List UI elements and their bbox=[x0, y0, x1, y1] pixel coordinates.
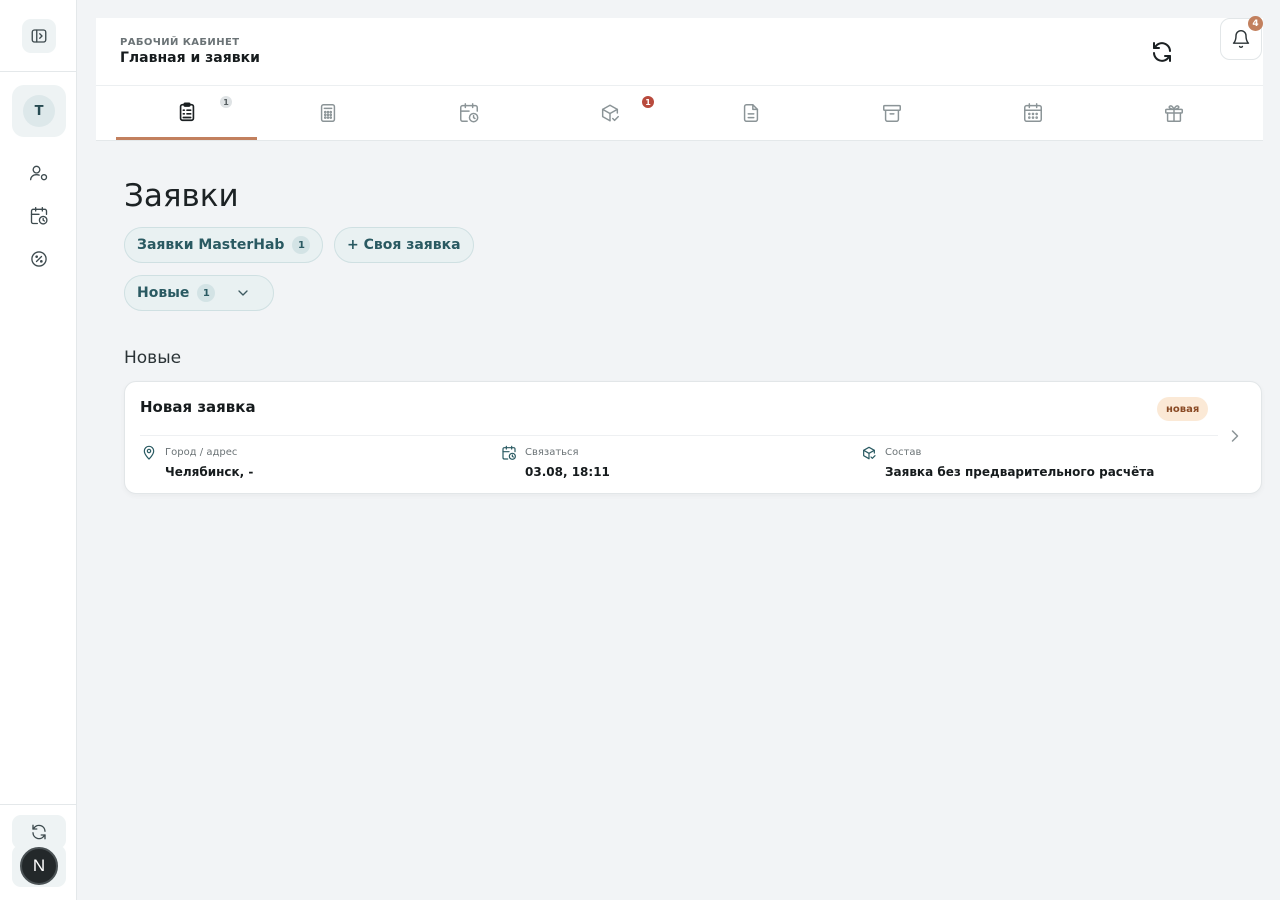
notifications-badge: 4 bbox=[1248, 16, 1263, 31]
tab-requests[interactable] bbox=[116, 86, 257, 140]
bell-icon bbox=[1231, 29, 1251, 49]
chevron-right-icon[interactable] bbox=[1225, 426, 1245, 446]
calendar-clock-icon bbox=[458, 102, 480, 124]
pill-label: + Своя заявка bbox=[347, 237, 461, 253]
calendar-grid-icon bbox=[1022, 102, 1044, 124]
discount-icon bbox=[29, 249, 49, 269]
request-title: Новая заявка bbox=[140, 398, 256, 416]
calculator-icon bbox=[317, 102, 339, 124]
chevron-down-icon bbox=[235, 285, 251, 301]
user-settings-icon bbox=[29, 163, 49, 183]
user-menu-button[interactable]: N bbox=[12, 845, 66, 887]
tab-gifts[interactable] bbox=[1103, 86, 1244, 140]
field-label: Связаться bbox=[525, 447, 579, 458]
status-badge: новая bbox=[1157, 397, 1209, 421]
sidebar-item-discounts[interactable] bbox=[24, 246, 54, 272]
location-pin-icon bbox=[141, 445, 157, 461]
status-filter-dropdown[interactable]: Новые 1 bbox=[124, 275, 274, 311]
tab-orders-badge: 1 bbox=[642, 96, 654, 108]
user-avatar: N bbox=[20, 847, 58, 885]
page-title: Заявки bbox=[124, 178, 239, 214]
page-header-title: Главная и заявки bbox=[120, 50, 260, 66]
card-divider bbox=[140, 435, 1218, 436]
field-label: Город / адрес bbox=[165, 447, 238, 458]
workspace-avatar-button[interactable]: Т bbox=[12, 85, 66, 137]
sidebar-item-schedule[interactable] bbox=[24, 203, 54, 229]
pill-label: Заявки MasterHab bbox=[137, 237, 285, 253]
tab-bar: 1 1 bbox=[96, 86, 1263, 141]
tab-calendar[interactable] bbox=[962, 86, 1103, 140]
masterhab-requests-pill[interactable]: Заявки MasterHab 1 bbox=[124, 227, 324, 263]
field-value: Челябинск, - bbox=[165, 465, 254, 479]
clipboard-list-icon bbox=[176, 101, 198, 123]
sync-button[interactable] bbox=[12, 815, 66, 849]
sidebar-divider bbox=[0, 804, 76, 805]
tab-requests-badge: 1 bbox=[220, 96, 232, 108]
filter-label: Новые bbox=[137, 285, 190, 301]
panel-toggle-icon bbox=[30, 27, 48, 45]
section-label: Новые bbox=[124, 348, 182, 368]
calendar-clock-icon bbox=[501, 445, 517, 461]
sync-icon bbox=[30, 823, 48, 841]
header-eyebrow: РАБОЧИЙ КАБИНЕТ bbox=[120, 37, 240, 48]
tab-documents[interactable] bbox=[680, 86, 821, 140]
sidebar: Т N bbox=[0, 0, 77, 900]
refresh-button[interactable] bbox=[1148, 38, 1176, 66]
sidebar-toggle-button[interactable] bbox=[22, 19, 56, 53]
page-header: РАБОЧИЙ КАБИНЕТ Главная и заявки bbox=[96, 18, 1263, 86]
tab-schedule[interactable] bbox=[398, 86, 539, 140]
field-label: Состав bbox=[885, 447, 922, 458]
tab-archive[interactable] bbox=[821, 86, 962, 140]
field-value: Заявка без предварительного расчёта bbox=[885, 465, 1155, 479]
tab-orders[interactable] bbox=[539, 86, 680, 140]
archive-icon bbox=[881, 102, 903, 124]
avatar: Т bbox=[23, 95, 55, 127]
tab-calculator[interactable] bbox=[257, 86, 398, 140]
pill-count: 1 bbox=[292, 236, 311, 254]
package-check-icon bbox=[599, 102, 621, 124]
document-icon bbox=[740, 102, 762, 124]
request-card[interactable]: Новая заявка новая Город / адрес Челябин… bbox=[124, 381, 1262, 494]
calendar-clock-icon bbox=[29, 206, 49, 226]
package-icon bbox=[861, 445, 877, 461]
field-value: 03.08, 18:11 bbox=[525, 465, 610, 479]
own-request-button[interactable]: + Своя заявка bbox=[334, 227, 474, 263]
sidebar-item-profile[interactable] bbox=[24, 160, 54, 186]
refresh-icon bbox=[1150, 40, 1174, 64]
gift-icon bbox=[1163, 102, 1185, 124]
filter-count: 1 bbox=[197, 284, 216, 302]
sidebar-divider bbox=[0, 71, 76, 72]
